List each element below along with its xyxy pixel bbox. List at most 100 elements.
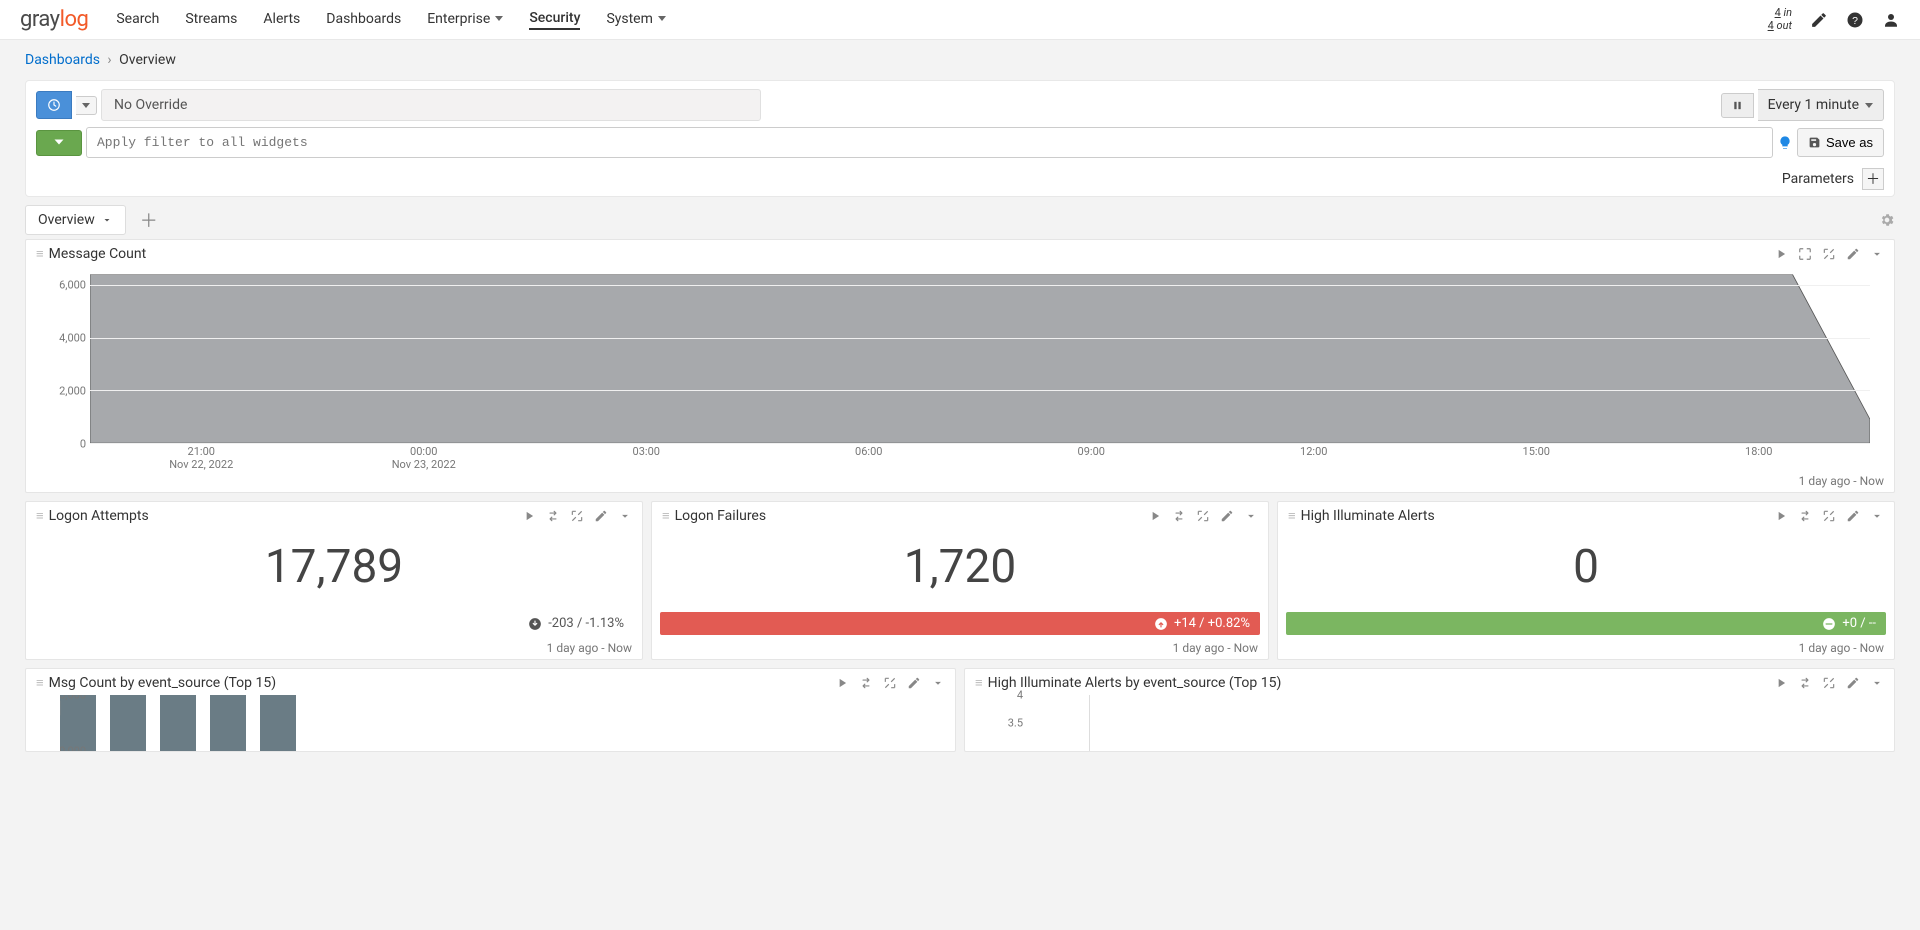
chev-icon[interactable] bbox=[618, 509, 632, 523]
widget-footer: 1 day ago - Now bbox=[26, 639, 642, 659]
swap-icon[interactable] bbox=[1172, 509, 1186, 523]
add-tab-button[interactable]: ＋ bbox=[134, 205, 164, 235]
widget-title: Msg Count by event_source (Top 15) bbox=[49, 675, 835, 691]
brand-logo[interactable]: graylog bbox=[20, 7, 88, 32]
widget-footer: 1 day ago - Now bbox=[652, 639, 1268, 659]
svg-text:?: ? bbox=[1852, 14, 1858, 26]
swap-icon[interactable] bbox=[546, 509, 560, 523]
play-icon[interactable] bbox=[1774, 509, 1788, 523]
drag-handle-icon[interactable]: ≡ bbox=[975, 675, 982, 691]
drag-handle-icon[interactable]: ≡ bbox=[36, 246, 43, 262]
help-icon[interactable]: ? bbox=[1846, 11, 1864, 29]
chev-icon[interactable] bbox=[1244, 509, 1258, 523]
widget-logon-attempts: ≡ Logon Attempts 17,789 -203 / -1.13% 1 … bbox=[25, 501, 643, 660]
throughput-stats[interactable]: 4 in 4 out bbox=[1768, 7, 1792, 31]
gear-icon[interactable] bbox=[1879, 212, 1895, 228]
trend-indicator: +14 / +0.82% bbox=[660, 612, 1260, 635]
neutral-icon bbox=[1822, 617, 1836, 631]
time-range-dropdown[interactable] bbox=[76, 96, 97, 115]
drag-handle-icon[interactable]: ≡ bbox=[662, 508, 669, 524]
breadcrumb-root[interactable]: Dashboards bbox=[25, 52, 100, 68]
nav-links: Search Streams Alerts Dashboards Enterprise S… bbox=[116, 10, 1767, 30]
play-icon[interactable] bbox=[1148, 509, 1162, 523]
edit-icon[interactable] bbox=[1846, 676, 1860, 690]
nav-right: 4 in 4 out ? bbox=[1768, 7, 1900, 31]
nav-streams[interactable]: Streams bbox=[185, 10, 237, 30]
metric-value: 1,720 bbox=[652, 526, 1268, 612]
nav-system[interactable]: System bbox=[606, 10, 665, 30]
play-icon[interactable] bbox=[1774, 676, 1788, 690]
chev-icon[interactable] bbox=[931, 676, 945, 690]
play-icon[interactable] bbox=[1774, 247, 1788, 261]
trend-indicator: -203 / -1.13% bbox=[34, 612, 634, 635]
expand-icon[interactable] bbox=[1196, 509, 1210, 523]
expand-icon[interactable] bbox=[1822, 509, 1836, 523]
widget-msg-count-by-source: ≡ Msg Count by event_source (Top 15) 30,… bbox=[25, 668, 956, 752]
message-count-chart[interactable]: 02,0004,0006,000 21:00Nov 22, 202200:00N… bbox=[60, 272, 1874, 472]
metric-value: 0 bbox=[1278, 526, 1894, 612]
line-chart[interactable]: 3.54 bbox=[999, 695, 1884, 751]
widgets-area: ≡ Message Count 02,0004,0006,000 21:00No… bbox=[25, 239, 1895, 760]
arrow-up-icon bbox=[1154, 617, 1168, 631]
swap-icon[interactable] bbox=[1798, 676, 1812, 690]
play-icon[interactable] bbox=[835, 676, 849, 690]
widget-alerts-by-source: ≡ High Illuminate Alerts by event_source… bbox=[964, 668, 1895, 752]
widget-title: High Illuminate Alerts by event_source (… bbox=[988, 675, 1774, 691]
nav-search[interactable]: Search bbox=[116, 10, 159, 30]
widget-footer: 1 day ago - Now bbox=[1278, 639, 1894, 659]
chev-icon[interactable] bbox=[1870, 676, 1884, 690]
widget-title: Message Count bbox=[49, 246, 1774, 262]
widget-footer: 1 day ago - Now bbox=[26, 472, 1894, 492]
expand-icon[interactable] bbox=[1822, 247, 1836, 261]
add-parameter-button[interactable]: ＋ bbox=[1862, 168, 1884, 190]
arrow-down-icon bbox=[528, 617, 542, 631]
user-icon[interactable] bbox=[1882, 11, 1900, 29]
widget-logon-failures: ≡ Logon Failures 1,720 +14 / +0.82% 1 da… bbox=[651, 501, 1269, 660]
refresh-interval-select[interactable]: Every 1 minute bbox=[1758, 89, 1884, 121]
edit-icon[interactable] bbox=[1846, 247, 1860, 261]
nav-security[interactable]: Security bbox=[529, 10, 580, 30]
expand-icon[interactable] bbox=[570, 509, 584, 523]
tab-overview[interactable]: Overview bbox=[25, 205, 126, 235]
top-nav: graylog Search Streams Alerts Dashboards Ent… bbox=[0, 0, 1920, 40]
breadcrumb-current: Overview bbox=[119, 52, 176, 68]
filter-toggle-button[interactable] bbox=[36, 130, 82, 156]
query-controls: No Override Every 1 minute Save as Param… bbox=[25, 80, 1895, 197]
edit-icon[interactable] bbox=[1846, 509, 1860, 523]
widget-title: Logon Attempts bbox=[49, 508, 522, 524]
widget-message-count: ≡ Message Count 02,0004,0006,000 21:00No… bbox=[25, 239, 1895, 493]
hint-icon[interactable] bbox=[1777, 135, 1793, 151]
parameters-label: Parameters bbox=[1782, 171, 1854, 187]
widget-high-illuminate-alerts: ≡ High Illuminate Alerts 0 +0 / -- 1 day… bbox=[1277, 501, 1895, 660]
filter-input[interactable] bbox=[86, 127, 1773, 158]
focus-icon[interactable] bbox=[1798, 247, 1812, 261]
chev-icon[interactable] bbox=[1870, 247, 1884, 261]
widget-title: Logon Failures bbox=[675, 508, 1148, 524]
nav-alerts[interactable]: Alerts bbox=[263, 10, 300, 30]
drag-handle-icon[interactable]: ≡ bbox=[36, 675, 43, 691]
tab-strip: Overview ＋ bbox=[25, 205, 1895, 235]
pause-button[interactable] bbox=[1721, 93, 1754, 118]
widget-title: High Illuminate Alerts bbox=[1301, 508, 1774, 524]
override-display[interactable]: No Override bbox=[101, 89, 761, 121]
drag-handle-icon[interactable]: ≡ bbox=[36, 508, 43, 524]
nav-dashboards[interactable]: Dashboards bbox=[326, 10, 401, 30]
chev-icon[interactable] bbox=[1870, 509, 1884, 523]
nav-enterprise[interactable]: Enterprise bbox=[427, 10, 503, 30]
swap-icon[interactable] bbox=[859, 676, 873, 690]
expand-icon[interactable] bbox=[883, 676, 897, 690]
edit-icon[interactable] bbox=[1810, 11, 1828, 29]
edit-icon[interactable] bbox=[594, 509, 608, 523]
bar-chart[interactable]: 30,00035,000 bbox=[60, 695, 945, 751]
play-icon[interactable] bbox=[522, 509, 536, 523]
swap-icon[interactable] bbox=[1798, 509, 1812, 523]
expand-icon[interactable] bbox=[1822, 676, 1836, 690]
save-as-button[interactable]: Save as bbox=[1797, 128, 1884, 157]
trend-indicator: +0 / -- bbox=[1286, 612, 1886, 635]
metric-value: 17,789 bbox=[26, 526, 642, 612]
time-range-button[interactable] bbox=[36, 91, 72, 119]
edit-icon[interactable] bbox=[1220, 509, 1234, 523]
edit-icon[interactable] bbox=[907, 676, 921, 690]
drag-handle-icon[interactable]: ≡ bbox=[1288, 508, 1295, 524]
breadcrumb: Dashboards › Overview bbox=[0, 40, 1920, 80]
